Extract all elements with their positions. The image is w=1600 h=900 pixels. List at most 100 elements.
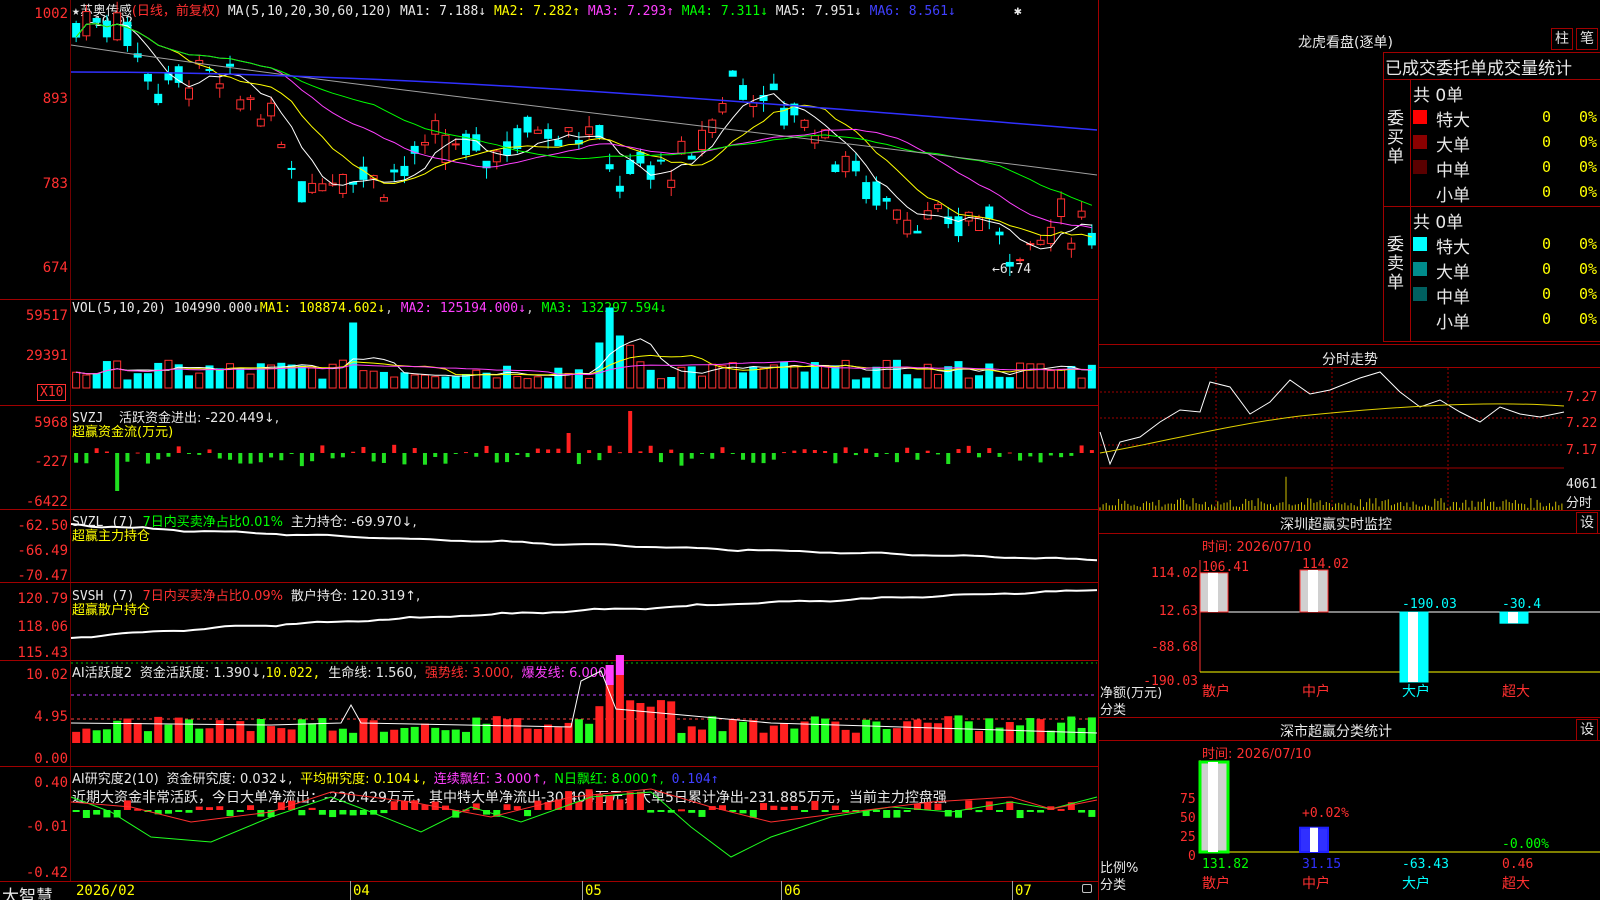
buy-swatch — [1413, 110, 1427, 124]
flow-bar — [269, 453, 274, 458]
candlestick-chart[interactable] — [70, 0, 1098, 299]
candle — [1067, 242, 1076, 250]
volume-bar — [359, 370, 368, 389]
candle — [985, 206, 994, 219]
activity-bar — [503, 719, 512, 743]
volume-bar — [913, 378, 922, 389]
brand-label[interactable]: 大智慧 — [2, 882, 53, 900]
ma5-line — [70, 44, 1098, 176]
activity-bar — [492, 716, 501, 743]
lock-icon[interactable] — [1082, 884, 1092, 893]
candle — [656, 159, 665, 162]
activity-bar — [102, 729, 111, 743]
research-bar — [123, 800, 131, 810]
activity-bar — [892, 728, 901, 743]
research-bar — [934, 803, 942, 810]
flow-bar — [1059, 453, 1064, 458]
activity-bar — [728, 719, 737, 743]
sz-class-axis-label: 25 — [1180, 830, 1196, 845]
activity-bar — [933, 723, 942, 743]
svzl-axis-label: -66.49 — [17, 543, 68, 559]
activity-bar — [574, 719, 583, 743]
vol-unit-badge[interactable]: X10 — [37, 384, 67, 401]
flow-bar — [412, 448, 417, 453]
activity-bar — [523, 728, 532, 743]
activity-bar — [133, 722, 142, 743]
sz-monitor-chart[interactable]: 106.41 散户 114.02 中户 -190.03 大户 -30.4 超大 — [1199, 557, 1600, 715]
research-bar — [831, 805, 839, 810]
activity-bar — [226, 728, 235, 743]
flow-bar — [566, 433, 571, 453]
flow-bar — [1048, 453, 1053, 456]
flow-bar — [228, 453, 233, 460]
sz-class-title: 深市超赢分类统计 — [1280, 724, 1392, 740]
sz-class-settings-button[interactable]: 设 — [1576, 719, 1598, 741]
activity-bar — [113, 720, 122, 743]
sell-order-label: 委卖单 — [1387, 236, 1407, 293]
volume-bar — [667, 377, 676, 389]
research-chart[interactable] — [70, 767, 1098, 881]
activity-bar — [328, 730, 337, 743]
main-holding-line — [70, 523, 1098, 562]
column-view-button[interactable]: 柱 — [1551, 28, 1573, 50]
activity-bar — [256, 719, 265, 743]
sz-class-chart[interactable]: 131.82 散户 +0.02% 31.15 中户 -63.43 大户 -0.00% 0.46 超… — [1198, 760, 1600, 900]
volume-bar — [143, 373, 152, 389]
research-bar — [657, 810, 665, 812]
candle — [646, 165, 655, 180]
flow-bar — [648, 445, 653, 453]
svzj-axis-label: 5968 — [34, 415, 68, 431]
flow-bar — [597, 453, 602, 461]
volume-bar — [831, 365, 840, 389]
activity-bar — [215, 720, 224, 743]
volume-chart[interactable] — [71, 300, 1097, 405]
volume-bar — [513, 375, 522, 389]
volume-bar — [574, 369, 583, 389]
tick-view-button[interactable]: 笔 — [1576, 28, 1598, 50]
candle — [718, 103, 727, 113]
flow-bar — [628, 411, 633, 453]
flow-bar — [741, 453, 746, 460]
fenshi-axis-label: 7.17 — [1566, 443, 1598, 458]
retail-holding-chart[interactable] — [70, 583, 1098, 660]
sz-monitor-settings-button[interactable]: 设 — [1576, 512, 1598, 534]
activity-bar — [872, 721, 881, 743]
candle — [697, 129, 706, 150]
activity-bar — [769, 725, 778, 743]
activity-chart[interactable] — [70, 655, 1098, 766]
flow-bar — [802, 449, 807, 453]
label-char: 单 — [1387, 273, 1404, 293]
sz-monitor-title: 深圳超赢实时监控 — [1280, 517, 1392, 533]
volume-bar — [790, 365, 799, 389]
money-flow-chart[interactable] — [71, 406, 1097, 509]
price-axis-label: 893 — [42, 91, 68, 107]
candle — [256, 118, 265, 127]
volume-bar — [102, 361, 111, 389]
sz-monitor-bar-value: -190.03 — [1402, 597, 1457, 612]
research-bar — [821, 810, 829, 812]
research-bar — [82, 810, 90, 818]
candle — [1036, 239, 1045, 245]
volume-bar — [862, 377, 871, 389]
volume-bar — [933, 373, 942, 389]
research-bar — [380, 810, 388, 814]
research-bar — [318, 810, 326, 815]
research-bar — [944, 810, 952, 817]
activity-bar — [533, 728, 542, 743]
sz-monitor-bar-highlight — [1308, 569, 1318, 612]
activity-bar — [913, 719, 922, 743]
activity-bar — [810, 716, 819, 743]
intraday-chart[interactable] — [1099, 368, 1565, 510]
volume-bar — [441, 376, 450, 389]
activity-bar — [718, 731, 727, 743]
sz-monitor-bar-value: 106.41 — [1202, 560, 1249, 575]
candle — [1087, 232, 1096, 246]
flow-bar — [515, 453, 520, 455]
research-bar — [236, 810, 244, 812]
sz-class-axis-label: 0 — [1188, 849, 1196, 864]
main-holding-chart[interactable] — [70, 510, 1098, 582]
candle — [523, 116, 532, 133]
activity-bar — [585, 723, 594, 743]
volume-bar — [605, 307, 614, 389]
research-bar — [626, 792, 634, 810]
